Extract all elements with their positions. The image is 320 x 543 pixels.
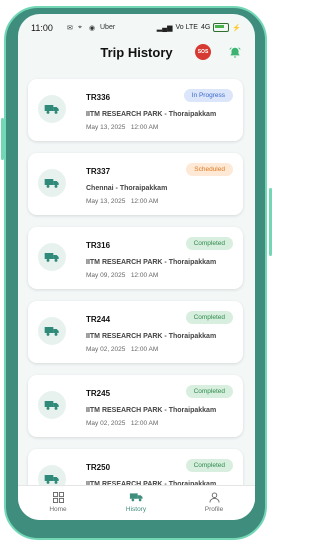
trip-datetime: May 02, 2025 12:00 AM xyxy=(86,420,158,427)
truck-icon xyxy=(38,169,66,197)
location-icon: ⌖ xyxy=(78,24,82,31)
page-title: Trip History xyxy=(100,45,173,60)
trip-id: TR316 xyxy=(86,241,111,250)
truck-icon xyxy=(106,490,166,504)
trip-id: TR250 xyxy=(86,463,111,472)
trip-route: Chennai - Thoraipakkam xyxy=(86,185,168,192)
status-badge: Completed xyxy=(185,237,233,250)
bell-icon[interactable] xyxy=(226,44,244,62)
truck-icon xyxy=(38,317,66,345)
signal-4g-label: 4G xyxy=(200,24,211,31)
sos-button[interactable]: SOS xyxy=(195,44,211,60)
trip-time: 12:00 AM xyxy=(130,124,159,131)
trip-id: TR245 xyxy=(86,389,111,398)
tab-home-label: Home xyxy=(49,506,67,513)
status-badge: Completed xyxy=(185,311,233,324)
trip-route: IITM RESEARCH PARK - Thoraipakkam xyxy=(86,111,217,118)
tab-home[interactable]: Home xyxy=(28,490,88,513)
trip-route: IITM RESEARCH PARK - Thoraipakkam xyxy=(86,333,217,340)
tab-profile[interactable]: Profile xyxy=(184,490,244,513)
grid-icon xyxy=(28,490,88,504)
trip-card[interactable]: TR244 Completed IITM RESEARCH PARK - Tho… xyxy=(28,301,243,363)
trip-date: May 09, 2025 xyxy=(86,272,126,279)
trip-card[interactable]: TR316 Completed IITM RESEARCH PARK - Tho… xyxy=(28,227,243,289)
battery-icon xyxy=(213,23,230,32)
charging-icon: ⚡ xyxy=(232,24,241,32)
trip-date: May 13, 2025 xyxy=(86,124,126,131)
trip-datetime: May 13, 2025 12:00 AM xyxy=(86,198,158,205)
trip-card[interactable]: TR337 Scheduled Chennai - Thoraipakkam M… xyxy=(28,153,243,215)
status-icons: ▂▄▆ Vo LTE 4G ⚡ xyxy=(157,23,241,32)
trip-time: 12:00 AM xyxy=(130,420,159,427)
person-icon xyxy=(184,490,244,504)
status-badge: Scheduled xyxy=(186,163,233,176)
trip-id: TR336 xyxy=(86,93,111,102)
trip-card[interactable]: TR245 Completed IITM RESEARCH PARK - Tho… xyxy=(28,375,243,437)
app-screen: 11:00 ✉ ⌖ ◉ Uber ▂▄▆ Vo LTE 4G ⚡ Trip Hi… xyxy=(18,14,255,520)
trip-time: 12:00 AM xyxy=(130,272,159,279)
trip-time: 12:00 AM xyxy=(130,346,159,353)
app-header: Trip History SOS xyxy=(18,42,255,76)
camera-icon: ◉ xyxy=(89,25,96,32)
tab-history-label: History xyxy=(125,506,147,513)
signal-icon: ▂▄▆ xyxy=(156,24,173,32)
bottom-tab-bar: Home History Profile xyxy=(18,485,255,520)
trip-datetime: May 02, 2025 12:00 AM xyxy=(86,346,158,353)
truck-icon xyxy=(38,391,66,419)
trip-datetime: May 09, 2025 12:00 AM xyxy=(86,272,158,279)
truck-icon xyxy=(38,243,66,271)
trip-date: May 13, 2025 xyxy=(86,198,126,205)
status-badge: In Progress xyxy=(183,89,233,102)
status-bar: 11:00 ✉ ⌖ ◉ Uber ▂▄▆ Vo LTE 4G ⚡ xyxy=(18,14,255,42)
trip-route: IITM RESEARCH PARK - Thoraipakkam xyxy=(86,407,217,414)
trip-date: May 02, 2025 xyxy=(86,346,126,353)
status-time: 11:00 xyxy=(31,23,53,33)
trip-time: 12:00 AM xyxy=(130,198,159,205)
network-label: Vo LTE xyxy=(175,24,198,31)
tab-profile-label: Profile xyxy=(204,506,224,513)
trip-route: IITM RESEARCH PARK - Thoraipakkam xyxy=(86,259,217,266)
trip-card[interactable]: TR336 In Progress IITM RESEARCH PARK - T… xyxy=(28,79,243,141)
trip-date: May 02, 2025 xyxy=(86,420,126,427)
carrier-label: Uber xyxy=(100,24,116,31)
truck-icon xyxy=(38,95,66,123)
status-badge: Completed xyxy=(185,385,233,398)
trip-id: TR337 xyxy=(86,167,111,176)
power-button xyxy=(269,188,272,256)
status-badge: Completed xyxy=(185,459,233,472)
sms-icon: ✉ xyxy=(67,25,73,32)
trip-id: TR244 xyxy=(86,315,111,324)
tab-history[interactable]: History xyxy=(106,490,166,513)
phone-frame: 11:00 ✉ ⌖ ◉ Uber ▂▄▆ Vo LTE 4G ⚡ Trip Hi… xyxy=(0,0,273,543)
trip-datetime: May 13, 2025 12:00 AM xyxy=(86,124,158,131)
